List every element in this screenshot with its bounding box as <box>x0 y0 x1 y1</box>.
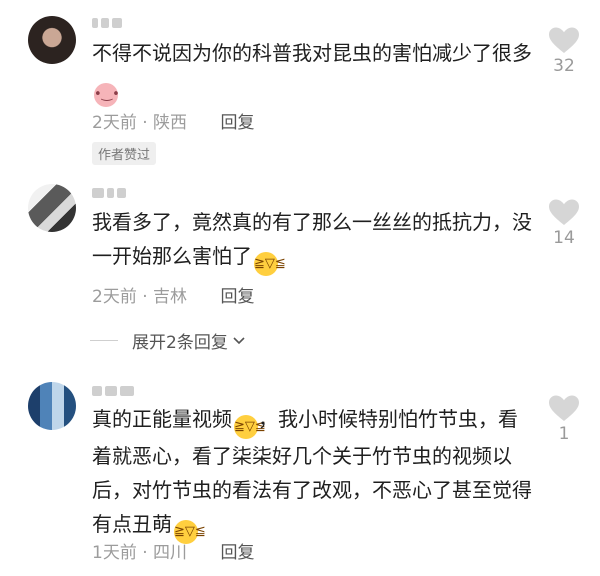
comment-location: 四川 <box>153 543 188 563</box>
avatar[interactable] <box>28 16 76 64</box>
reply-button[interactable]: 回复 <box>220 287 254 307</box>
like-count: 1 <box>558 424 570 444</box>
heart-icon <box>549 395 579 421</box>
username[interactable] <box>92 16 172 30</box>
laughing-tears-emoji-icon: ≧▽≦ <box>254 252 286 276</box>
laughing-tears-emoji-icon: ≧▽≦ <box>234 415 266 439</box>
reply-button[interactable]: 回复 <box>220 113 254 133</box>
comment-time: 1天前 <box>92 543 137 563</box>
reply-button[interactable]: 回复 <box>220 543 254 563</box>
expand-replies-button[interactable]: 展开2条回复 <box>90 328 246 353</box>
like-button[interactable]: 32 <box>548 26 580 76</box>
avatar[interactable] <box>28 184 76 232</box>
comment-location: 陕西 <box>153 113 188 133</box>
comment-meta: 1天前 · 四川 回复 <box>92 543 255 563</box>
like-button[interactable]: 14 <box>548 198 580 248</box>
chevron-down-icon <box>233 336 245 344</box>
like-count: 32 <box>553 56 575 76</box>
comment-meta: 2天前 · 吉林 回复 <box>92 287 255 307</box>
heart-icon <box>549 27 579 53</box>
comment-time: 2天前 <box>92 287 137 307</box>
comment-meta: 2天前 · 陕西 回复 <box>92 113 255 133</box>
like-button[interactable]: 1 <box>548 394 580 444</box>
avatar[interactable] <box>28 382 76 430</box>
comment-location: 吉林 <box>153 287 188 307</box>
username[interactable] <box>92 186 172 200</box>
comment-text: 真的正能量视频 ≧▽≦，我小时候特别怕竹节虫，看着就恶心，看了柒柒好几个关于竹节虫… <box>92 402 532 544</box>
divider-line <box>90 340 118 341</box>
comment-time: 2天前 <box>92 113 137 133</box>
author-liked-badge: 作者赞过 <box>92 142 157 165</box>
pig-emoji-icon: •‿• <box>94 83 120 107</box>
comment-text: 不得不说因为你的科普我对昆虫的害怕减少了很多•‿• <box>92 36 532 107</box>
expand-replies-label: 展开2条回复 <box>132 333 228 353</box>
username[interactable] <box>92 384 172 398</box>
heart-icon <box>549 199 579 225</box>
comment-text: 我看多了，竟然真的有了那么一丝丝的抵抗力，没一开始那么害怕了 ≧▽≦ <box>92 205 532 276</box>
like-count: 14 <box>553 228 575 248</box>
